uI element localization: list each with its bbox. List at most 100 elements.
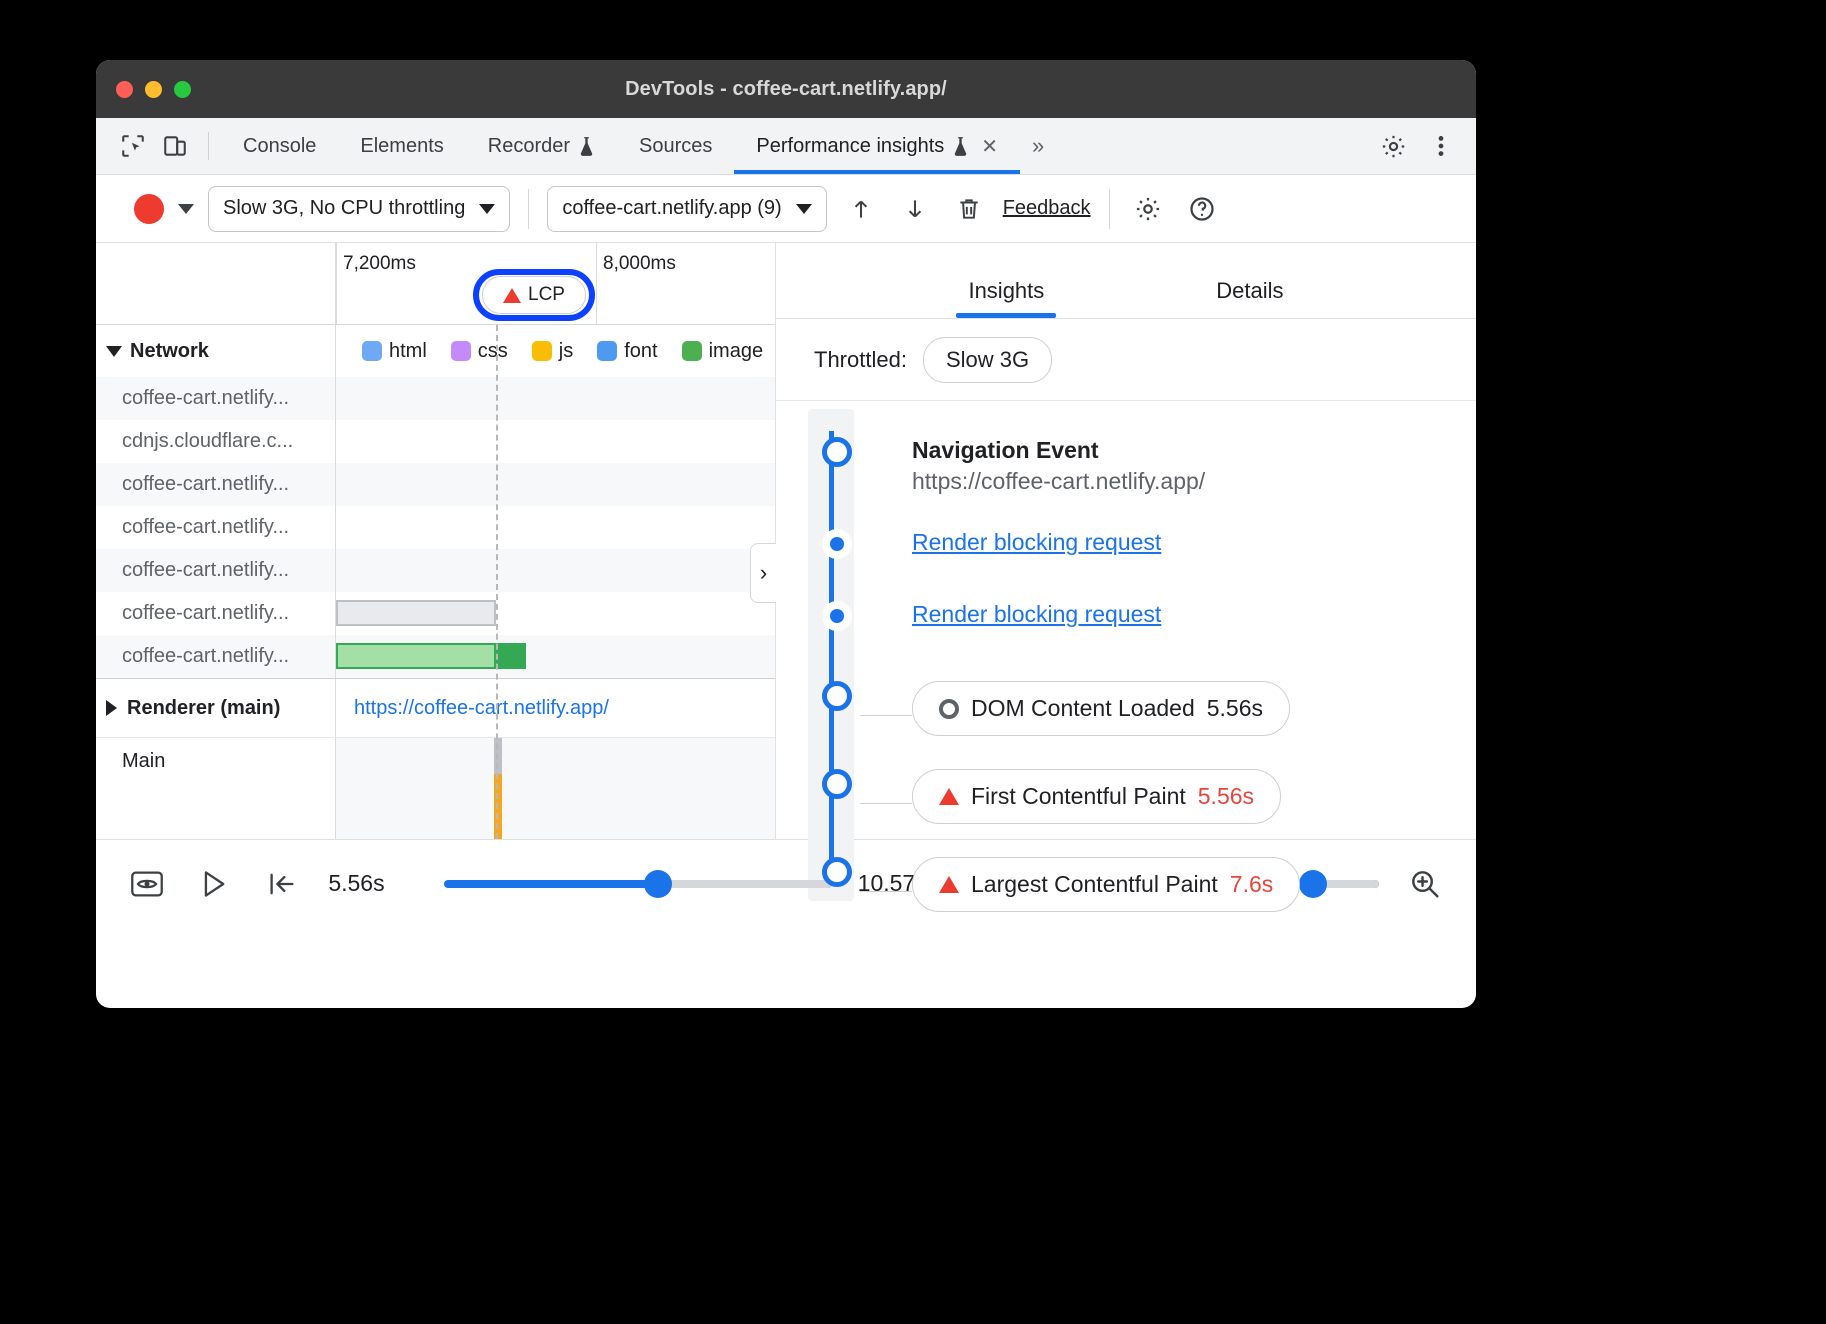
more-tabs-button[interactable]: » xyxy=(1020,118,1056,174)
play-icon[interactable] xyxy=(193,861,234,907)
gear-icon[interactable] xyxy=(1372,133,1414,160)
main-thread-row[interactable]: Main xyxy=(96,738,775,839)
request-bar[interactable] xyxy=(336,643,526,669)
timeline-ruler[interactable]: 7,200ms 8,000ms LCP xyxy=(96,243,775,325)
request-lane xyxy=(336,377,775,420)
renderer-group-label-cell[interactable]: Renderer (main) xyxy=(96,679,336,737)
main-thread-label: Main xyxy=(96,738,336,839)
slider-knob[interactable] xyxy=(644,870,672,898)
network-request-row[interactable]: coffee-cart.netlify... xyxy=(96,463,775,506)
first-contentful-paint-chip[interactable]: First Contentful Paint 5.56s xyxy=(912,769,1281,824)
close-icon[interactable]: ✕ xyxy=(981,134,998,159)
record-options-chevron-down-icon[interactable] xyxy=(178,204,194,214)
ruler-tick: 7,200ms xyxy=(336,243,337,324)
inspect-icon[interactable] xyxy=(112,118,154,174)
render-blocking-request-link[interactable]: Render blocking request xyxy=(912,529,1161,555)
time-range-slider[interactable] xyxy=(444,880,831,888)
renderer-url[interactable]: https://coffee-cart.netlify.app/ xyxy=(336,679,775,737)
gear-icon[interactable] xyxy=(1128,189,1168,229)
largest-contentful-paint-body: Largest Contentful Paint 7.6s xyxy=(860,857,1476,912)
help-icon[interactable] xyxy=(1182,189,1222,229)
timeline-node xyxy=(814,769,860,799)
tab-insights[interactable]: Insights xyxy=(942,278,1070,318)
timeline-node xyxy=(814,681,860,711)
timeline-node-small-icon xyxy=(822,529,852,559)
insight-first-contentful-paint[interactable]: First Contentful Paint 5.56s xyxy=(814,769,1476,839)
feedback-link[interactable]: Feedback xyxy=(1003,197,1091,220)
legend-label: html xyxy=(389,340,427,363)
tab-label: Elements xyxy=(360,135,443,158)
network-request-row[interactable]: coffee-cart.netlify... xyxy=(96,549,775,592)
legend-swatch-icon xyxy=(532,341,552,361)
navigation-event-url: https://coffee-cart.netlify.app/ xyxy=(912,468,1476,495)
network-group-label-cell[interactable]: Network xyxy=(96,325,336,377)
event-value: 5.56s xyxy=(1207,695,1263,722)
lcp-marker[interactable]: LCP xyxy=(482,276,586,314)
tab-details[interactable]: Details xyxy=(1190,278,1309,318)
legend-item-js: js xyxy=(532,340,573,363)
dom-content-loaded-chip[interactable]: DOM Content Loaded 5.56s xyxy=(912,681,1290,736)
request-bar-download-segment xyxy=(494,645,524,667)
network-request-row[interactable]: cdnjs.cloudflare.c... xyxy=(96,420,775,463)
range-start-time: 5.56s xyxy=(328,870,418,897)
insight-render-blocking-2[interactable]: Render blocking request xyxy=(814,601,1476,671)
network-request-row[interactable]: coffee-cart.netlify... xyxy=(96,635,775,678)
insight-navigation-event[interactable]: Navigation Event https://coffee-cart.net… xyxy=(814,437,1476,507)
main-thread-script-bar[interactable] xyxy=(494,774,502,839)
legend-label: image xyxy=(709,340,763,363)
network-request-row[interactable]: coffee-cart.netlify... xyxy=(96,592,775,635)
kebab-menu-icon[interactable] xyxy=(1420,133,1462,159)
navigation-event-title: Navigation Event xyxy=(912,437,1476,464)
chevron-right-icon[interactable] xyxy=(106,700,117,716)
largest-contentful-paint-chip[interactable]: Largest Contentful Paint 7.6s xyxy=(912,857,1300,912)
legend-item-html: html xyxy=(362,340,427,363)
tab-console[interactable]: Console xyxy=(221,118,338,174)
legend-swatch-icon xyxy=(597,341,617,361)
preview-icon[interactable] xyxy=(126,861,167,907)
expand-sidebar-button[interactable]: › xyxy=(750,543,776,603)
network-group-row[interactable]: Network html css xyxy=(96,325,775,377)
jump-to-start-icon[interactable] xyxy=(261,861,302,907)
record-button[interactable] xyxy=(134,194,164,224)
experiment-flask-icon xyxy=(578,136,595,157)
legend-swatch-icon xyxy=(362,341,382,361)
timeline-node-big-icon xyxy=(822,681,852,711)
network-request-row[interactable]: coffee-cart.netlify... xyxy=(96,377,775,420)
throttling-select[interactable]: Slow 3G, No CPU throttling xyxy=(208,186,510,232)
download-icon[interactable] xyxy=(895,189,935,229)
group-label: Network xyxy=(130,340,209,363)
insight-largest-contentful-paint[interactable]: Largest Contentful Paint 7.6s xyxy=(814,857,1476,927)
tab-performance-insights[interactable]: Performance insights ✕ xyxy=(734,118,1020,174)
insight-dom-content-loaded[interactable]: DOM Content Loaded 5.56s xyxy=(814,681,1476,751)
ring-icon xyxy=(939,699,959,719)
chevron-down-icon[interactable] xyxy=(106,346,122,357)
insights-timeline: Navigation Event https://coffee-cart.net… xyxy=(776,401,1476,927)
request-lane xyxy=(336,506,775,549)
tab-elements[interactable]: Elements xyxy=(338,118,465,174)
timeline-node-small-icon xyxy=(822,601,852,631)
legend-label: font xyxy=(624,340,657,363)
request-lane xyxy=(336,463,775,506)
tab-recorder[interactable]: Recorder xyxy=(466,118,617,174)
request-lane xyxy=(336,592,775,635)
request-name: cdnjs.cloudflare.c... xyxy=(96,420,336,463)
request-name: coffee-cart.netlify... xyxy=(96,592,336,635)
render-blocking-request-link[interactable]: Render blocking request xyxy=(912,601,1161,627)
page-select[interactable]: coffee-cart.netlify.app (9) xyxy=(547,186,826,232)
renderer-group-row[interactable]: Renderer (main) https://coffee-cart.netl… xyxy=(96,678,775,738)
upload-icon[interactable] xyxy=(841,189,881,229)
trash-icon[interactable] xyxy=(949,189,989,229)
ruler-tick-label: 8,000ms xyxy=(603,253,676,275)
group-label: Renderer (main) xyxy=(127,697,280,720)
timeline-node-big-icon xyxy=(822,769,852,799)
network-request-row[interactable]: coffee-cart.netlify... xyxy=(96,506,775,549)
page-value: coffee-cart.netlify.app (9) xyxy=(562,197,781,220)
request-bar[interactable] xyxy=(336,600,496,626)
timeline-connector xyxy=(860,803,912,804)
insight-render-blocking-1[interactable]: Render blocking request xyxy=(814,529,1476,599)
main-thread-event-bar[interactable] xyxy=(494,738,502,774)
timeline-pane: 7,200ms 8,000ms LCP xyxy=(96,243,776,839)
tab-sources[interactable]: Sources xyxy=(617,118,734,174)
renderer-url-lane: https://coffee-cart.netlify.app/ xyxy=(336,679,775,737)
device-toolbar-icon[interactable] xyxy=(154,118,196,174)
